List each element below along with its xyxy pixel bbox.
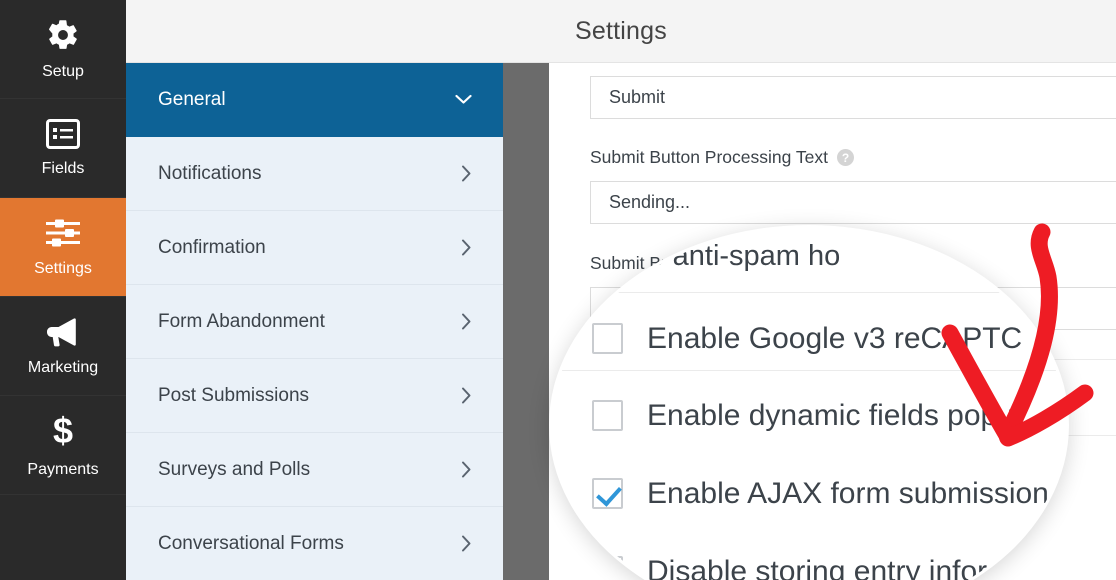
settings-item-conversational-forms[interactable]: Conversational Forms (126, 507, 503, 580)
rail-label: Setup (42, 63, 84, 80)
submit-button-text-value: Submit (609, 87, 666, 107)
rail-item-settings[interactable]: Settings (0, 198, 126, 297)
rail-item-setup[interactable]: Setup (0, 0, 126, 99)
gear-icon (46, 18, 80, 57)
dollar-icon: $ (50, 410, 76, 455)
submit-button-text-input[interactable]: Submit (590, 76, 1116, 119)
processing-text-value: Sending... (609, 192, 691, 212)
settings-item-label: General (158, 88, 226, 110)
rail-label: Settings (34, 260, 92, 277)
label-text: Submit Button CSS Class (590, 253, 790, 273)
settings-item-label: Form Abandonment (158, 310, 325, 332)
panel-scrollbar[interactable] (503, 63, 549, 580)
chevron-right-icon (461, 313, 472, 330)
settings-item-label: Conversational Forms (158, 532, 344, 554)
rail-item-marketing[interactable]: Marketing (0, 297, 126, 396)
settings-item-form-abandonment[interactable]: Form Abandonment (126, 285, 503, 359)
question-mark-icon[interactable]: ? (837, 149, 854, 166)
page-title: Settings (575, 16, 667, 45)
rail-label: Marketing (27, 359, 99, 376)
rail-label: Fields (41, 160, 85, 177)
rail-filler (0, 495, 126, 580)
settings-item-general[interactable]: General (126, 63, 503, 137)
settings-item-notifications[interactable]: Notifications (126, 137, 503, 211)
rail-label: Payments (27, 461, 99, 478)
chevron-down-icon (455, 94, 472, 105)
settings-item-label: Confirmation (158, 236, 266, 258)
submit-button-processing-text-label: Submit Button Processing Text ? (590, 147, 854, 168)
svg-text:$: $ (53, 412, 73, 450)
chevron-right-icon (461, 165, 472, 182)
red-arrow-annotation (930, 215, 1116, 490)
submit-button-css-class-label: Submit Button CSS Class (590, 253, 789, 274)
settings-item-surveys-and-polls[interactable]: Surveys and Polls (126, 433, 503, 507)
chevron-right-icon (461, 535, 472, 552)
label-text: Submit Button Processing Text (590, 147, 828, 167)
chevron-right-icon (461, 387, 472, 404)
sliders-icon (44, 217, 82, 254)
settings-item-confirmation[interactable]: Confirmation (126, 211, 503, 285)
primary-nav-rail: Setup Fields Settings Marketing $ Paymen… (0, 0, 126, 580)
settings-item-post-submissions[interactable]: Post Submissions (126, 359, 503, 433)
list-icon (46, 119, 80, 154)
page-header: Settings (126, 0, 1116, 63)
settings-item-label: Notifications (158, 162, 262, 184)
chevron-right-icon (461, 239, 472, 256)
settings-menu-panel: General Notifications Confirmation Form … (126, 63, 503, 580)
settings-item-label: Post Submissions (158, 384, 310, 406)
rail-item-payments[interactable]: $ Payments (0, 396, 126, 495)
chevron-right-icon (461, 461, 472, 478)
rail-item-fields[interactable]: Fields (0, 99, 126, 198)
settings-item-label: Surveys and Polls (158, 458, 311, 480)
app-window: Settings Setup Fields Settings Marketing… (0, 0, 1116, 580)
megaphone-icon (44, 316, 82, 353)
